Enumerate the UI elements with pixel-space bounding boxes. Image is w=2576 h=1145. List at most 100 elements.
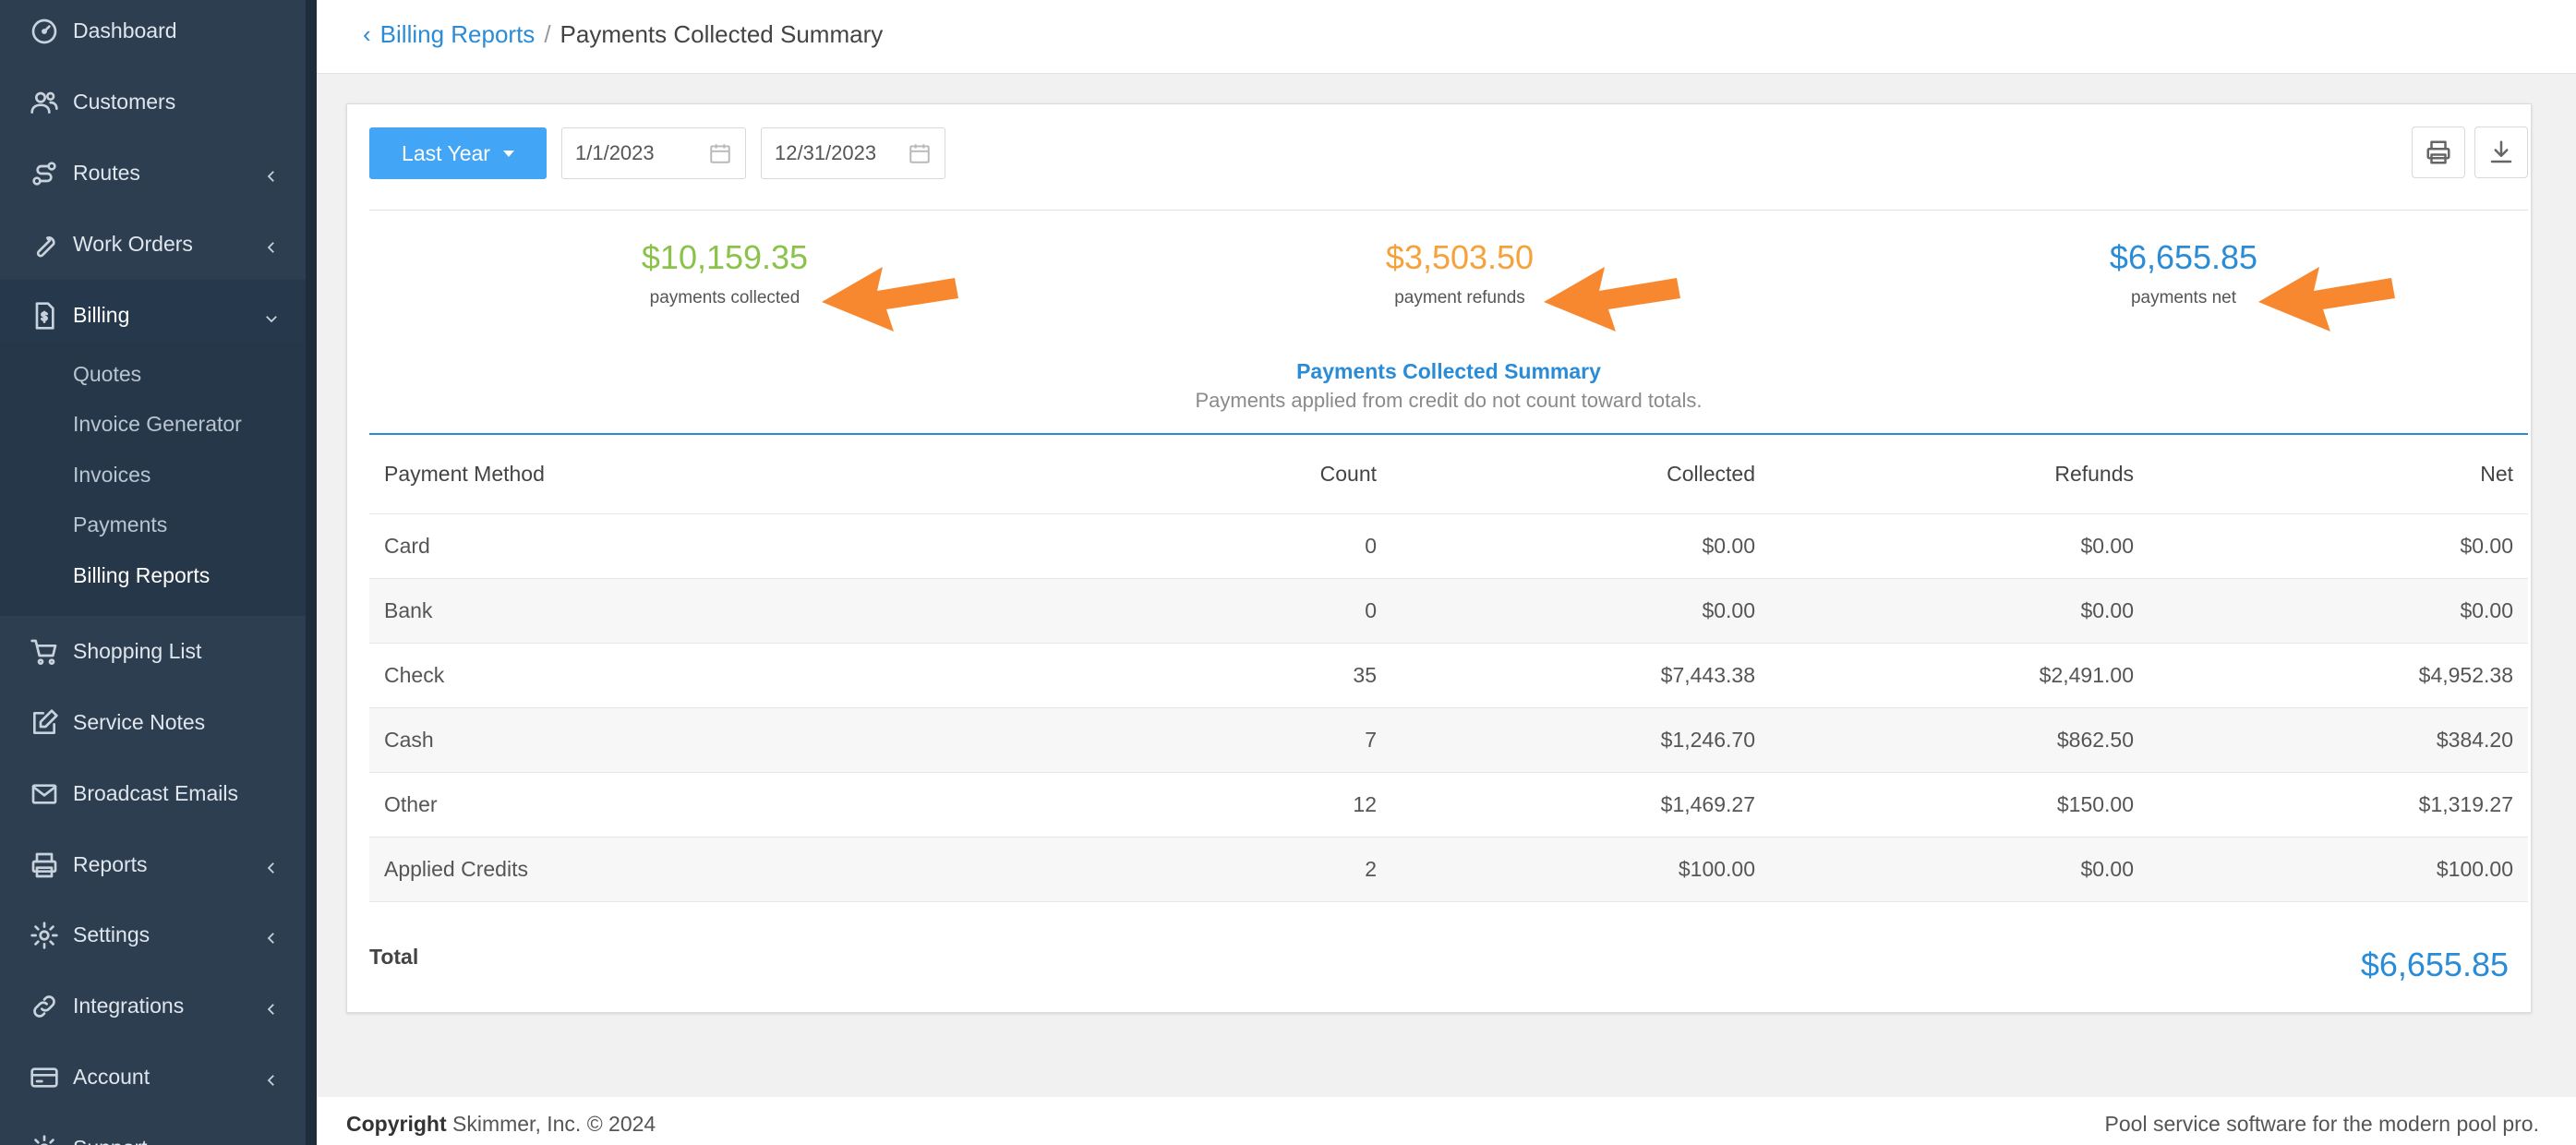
cell-collected: $0.00 — [1702, 598, 1755, 622]
table-header-row: Payment Method Count Collected Refunds N… — [369, 435, 2528, 514]
dashboard-icon — [28, 15, 61, 48]
footer-copyright: Copyright Skimmer, Inc. © 2024 — [346, 1112, 656, 1137]
download-button[interactable] — [2474, 127, 2528, 178]
sidebar-item-service-notes[interactable]: Service Notes — [0, 687, 306, 758]
start-date-value: 1/1/2023 — [575, 141, 655, 164]
cell-method: Other — [384, 792, 438, 816]
table-row: Card 0 $0.00 $0.00 $0.00 — [369, 514, 2528, 579]
caret-down-icon — [502, 150, 514, 157]
cell-count: 35 — [1353, 663, 1377, 687]
cell-method: Cash — [384, 728, 434, 752]
sidebar-item-support[interactable]: Support — [0, 1113, 306, 1145]
copyright-label: Copyright — [346, 1112, 447, 1136]
cell-net: $0.00 — [2460, 534, 2513, 558]
table-row: Other 12 $1,469.27 $150.00 $1,319.27 — [369, 773, 2528, 838]
sidebar-item-dashboard[interactable]: Dashboard — [0, 0, 306, 66]
column-header: Refunds — [2054, 462, 2134, 486]
sidebar-item-broadcast-emails[interactable]: Broadcast Emails — [0, 758, 306, 829]
date-range-dropdown[interactable]: Last Year — [369, 127, 547, 179]
route-icon — [28, 157, 61, 190]
cell-method: Check — [384, 663, 445, 687]
sidebar-subitem-payments[interactable]: Payments — [73, 512, 167, 537]
sidebar-item-label: Service Notes — [73, 710, 206, 734]
sidebar-item-account[interactable]: Account — [0, 1042, 306, 1113]
sidebar-item-routes[interactable]: Routes — [0, 138, 306, 209]
sidebar-item-shopping-list[interactable]: Shopping List — [0, 616, 306, 687]
sidebar-item-billing[interactable]: Billing — [0, 280, 306, 351]
column-header: Payment Method — [384, 462, 545, 486]
date-range-label: Last Year — [402, 140, 490, 165]
top-bar: ‹ Billing Reports / Payments Collected S… — [317, 0, 2576, 74]
sidebar-item-label: Account — [73, 1065, 150, 1089]
total-value: $6,655.85 — [2360, 946, 2509, 983]
sidebar-subitem-invoice-generator[interactable]: Invoice Generator — [73, 412, 242, 437]
sidebar-item-settings[interactable]: Settings — [0, 899, 306, 970]
divider — [369, 210, 2528, 211]
end-date-input[interactable]: 12/31/2023 — [761, 127, 945, 179]
chevron-left-icon — [263, 165, 280, 182]
sidebar-item-label: Support — [73, 1136, 148, 1145]
sidebar-item-reports[interactable]: Reports — [0, 829, 306, 900]
table-row: Cash 7 $1,246.70 $862.50 $384.20 — [369, 708, 2528, 773]
cell-collected: $100.00 — [1678, 857, 1755, 881]
chevron-down-icon — [263, 307, 280, 324]
sidebar-subitem-quotes[interactable]: Quotes — [73, 362, 141, 387]
gear-icon — [28, 919, 61, 952]
sidebar-item-integrations[interactable]: Integrations — [0, 970, 306, 1042]
breadcrumb-link-billing-reports[interactable]: Billing Reports — [380, 20, 536, 49]
printer-icon — [28, 849, 61, 882]
sidebar-item-label: Dashboard — [73, 18, 177, 42]
breadcrumb-separator: / — [544, 20, 551, 48]
download-icon — [2490, 140, 2512, 163]
cell-refunds: $2,491.00 — [2039, 663, 2134, 687]
sidebar-scrollbar[interactable] — [306, 0, 317, 1145]
sidebar-item-work-orders[interactable]: Work Orders — [0, 209, 306, 280]
chevron-left-icon — [263, 998, 280, 1015]
chevron-left-icon — [263, 857, 280, 874]
chevron-left-icon[interactable]: ‹ — [363, 20, 371, 49]
footer-tagline: Pool service software for the modern poo… — [2104, 1112, 2539, 1136]
sidebar-item-customers[interactable]: Customers — [0, 66, 306, 138]
report-card: Last Year 1/1/2023 12/31/2023 $10,159.35… — [346, 103, 2532, 1013]
link-icon — [28, 990, 61, 1023]
cell-refunds: $862.50 — [2056, 728, 2134, 752]
cell-method: Applied Credits — [384, 857, 528, 881]
summary-title: Payments Collected Summary — [1296, 359, 1601, 383]
users-icon — [28, 86, 61, 119]
shopping-cart-icon — [28, 635, 61, 669]
table-row: Bank 0 $0.00 $0.00 $0.00 — [369, 579, 2528, 644]
end-date-value: 12/31/2023 — [775, 141, 877, 164]
sidebar-item-label: Customers — [73, 90, 176, 114]
sidebar-item-label: Broadcast Emails — [73, 781, 238, 805]
chevron-left-icon — [263, 1069, 280, 1086]
calendar-icon[interactable] — [908, 141, 932, 165]
chevron-left-icon — [263, 236, 280, 253]
cell-net: $0.00 — [2460, 598, 2513, 622]
print-button[interactable] — [2412, 127, 2465, 178]
cell-collected: $1,469.27 — [1660, 792, 1755, 816]
column-header: Collected — [1667, 462, 1755, 486]
cell-net: $384.20 — [2436, 728, 2513, 752]
arrow-annotation-icon — [1544, 267, 1680, 331]
envelope-icon — [28, 777, 61, 811]
sidebar-item-label: Routes — [73, 161, 140, 185]
cell-refunds: $0.00 — [2080, 534, 2134, 558]
column-header: Count — [1319, 462, 1377, 486]
calendar-icon[interactable] — [708, 141, 732, 165]
cell-count: 0 — [1365, 534, 1377, 558]
summary-subtitle: Payments applied from credit do not coun… — [1195, 389, 1703, 412]
cell-count: 2 — [1365, 857, 1377, 881]
edit-note-icon — [28, 706, 61, 740]
cell-method: Card — [384, 534, 430, 558]
chevron-left-icon — [263, 927, 280, 944]
sidebar-subitem-invoices[interactable]: Invoices — [73, 463, 150, 488]
copyright-text: Skimmer, Inc. © 2024 — [446, 1112, 656, 1136]
arrow-annotation-icon — [2258, 267, 2395, 331]
cell-net: $4,952.38 — [2418, 663, 2513, 687]
footer: Copyright Skimmer, Inc. © 2024 Pool serv… — [317, 1097, 2576, 1145]
cell-refunds: $0.00 — [2080, 598, 2134, 622]
start-date-input[interactable]: 1/1/2023 — [561, 127, 746, 179]
cell-count: 0 — [1365, 598, 1377, 622]
wrench-icon — [28, 228, 61, 261]
sidebar-subitem-billing-reports[interactable]: Billing Reports — [73, 563, 210, 588]
